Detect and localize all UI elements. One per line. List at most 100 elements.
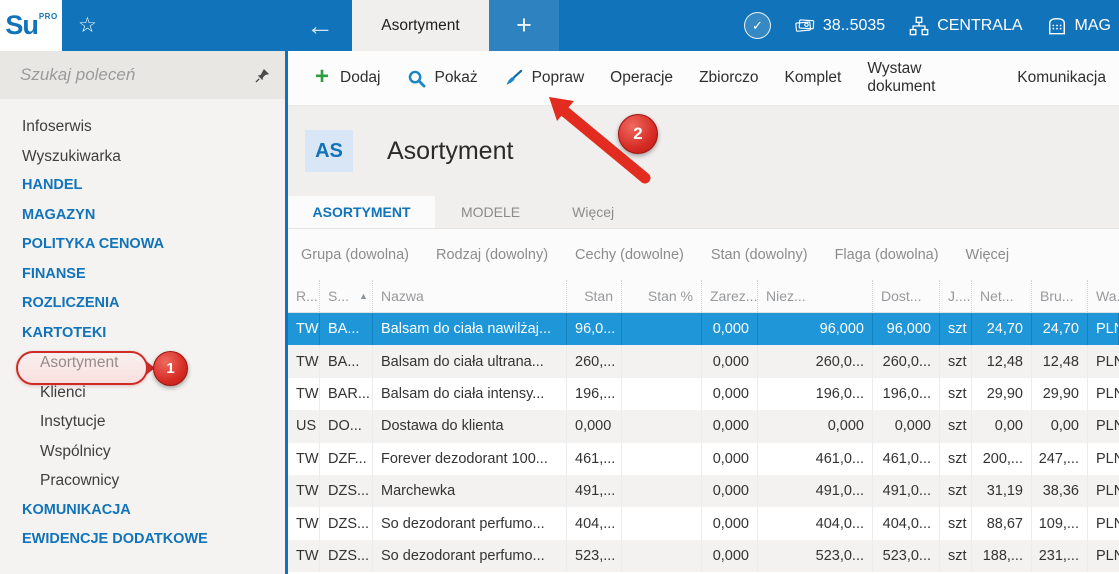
- column-header-dost[interactable]: Dost...: [873, 280, 940, 312]
- table-row[interactable]: TWDZS...Marchewka491,...0,000491,0...491…: [288, 475, 1119, 507]
- filter-stan-dowolny[interactable]: Stan (dowolny): [711, 247, 808, 263]
- sidebar-item-pracownicy[interactable]: Pracownicy: [0, 466, 285, 496]
- table-cell: 188,...: [972, 540, 1032, 572]
- banknotes-icon: [795, 15, 815, 36]
- table-row[interactable]: TWDZS...So dezodorant perfumo...404,...0…: [288, 507, 1119, 539]
- sidebar-item-infoserwis[interactable]: Infoserwis: [0, 112, 285, 142]
- column-header-stan[interactable]: Stan: [567, 280, 622, 312]
- table-cell: DZF...: [320, 443, 373, 475]
- toolbar-button-komunikacja[interactable]: Komunikacja: [1004, 51, 1119, 106]
- document-number-text: 38..5035: [823, 17, 885, 35]
- sidebar-item-rozliczenia[interactable]: ROZLICZENIA: [0, 289, 285, 319]
- table-cell: 38,36: [1032, 475, 1088, 507]
- column-header-label: Net...: [980, 288, 1013, 304]
- sidebar-item-instytucje[interactable]: Instytucje: [0, 407, 285, 437]
- table-cell: DZS...: [320, 475, 373, 507]
- table-row[interactable]: TWBA...Balsam do ciała ultrana...260,...…: [288, 345, 1119, 377]
- toolbar-button-label: Operacje: [610, 69, 673, 87]
- table-cell: PLN: [1088, 475, 1119, 507]
- table-cell: 523,0...: [873, 540, 940, 572]
- table-cell: 0,00: [1032, 410, 1088, 442]
- column-header-label: Stan %: [648, 288, 693, 304]
- sidebar-item-komunikacja[interactable]: KOMUNIKACJA: [0, 496, 285, 526]
- table-body: TWBA...Balsam do ciała nawilżaj...96,0..…: [288, 313, 1119, 574]
- toolbar-button-popraw[interactable]: Popraw: [491, 51, 598, 106]
- warehouse-status[interactable]: MAG: [1047, 15, 1111, 36]
- table-cell: TW: [288, 313, 320, 345]
- sidebar-item-asortyment[interactable]: Asortyment: [0, 348, 285, 378]
- sidebar-item-polityka-cenowa[interactable]: POLITYKA CENOWA: [0, 230, 285, 260]
- tab-modele[interactable]: MODELE: [435, 196, 546, 228]
- document-number-status[interactable]: 38..5035: [795, 15, 885, 36]
- filter-więcej[interactable]: Więcej: [966, 247, 1010, 263]
- filter-grupa-dowolna[interactable]: Grupa (dowolna): [301, 247, 409, 263]
- table-row[interactable]: TWBAR...Balsam do ciała intensy...196,..…: [288, 378, 1119, 410]
- table-cell: 404,...: [567, 507, 622, 539]
- table-cell: [622, 410, 702, 442]
- pin-icon[interactable]: [253, 66, 271, 84]
- table-cell: So dezodorant perfumo...: [373, 540, 567, 572]
- column-header-zarez[interactable]: Zarez...: [702, 280, 758, 312]
- toolbar-button-zbiorczo[interactable]: Zbiorczo: [686, 51, 771, 106]
- column-header-r[interactable]: R...: [288, 280, 320, 312]
- table-cell: szt: [940, 507, 972, 539]
- toolbar-button-wystaw-dokument[interactable]: Wystaw dokument: [854, 51, 1004, 106]
- sidebar-item-wyszukiwarka[interactable]: Wyszukiwarka: [0, 142, 285, 172]
- table-cell: DZS...: [320, 540, 373, 572]
- column-header-nazwa[interactable]: Nazwa: [373, 280, 567, 312]
- table-cell: US: [288, 410, 320, 442]
- table-cell: [622, 475, 702, 507]
- tab-asortyment[interactable]: ASORTYMENT: [288, 196, 435, 228]
- column-header-stan[interactable]: Stan %: [622, 280, 702, 312]
- sidebar-item-klienci[interactable]: Klienci: [0, 378, 285, 408]
- sidebar-item-wspólnicy[interactable]: Wspólnicy: [0, 437, 285, 467]
- sidebar-item-finanse[interactable]: FINANSE: [0, 260, 285, 290]
- sidebar-item-handel[interactable]: HANDEL: [0, 171, 285, 201]
- toolbar-button-dodaj[interactable]: +Dodaj: [299, 51, 394, 106]
- page-title: Asortyment: [387, 137, 513, 166]
- table-cell: 491,...: [567, 475, 622, 507]
- filter-bar: Grupa (dowolna) Rodzaj (dowolny) Cechy (do…: [288, 229, 1119, 280]
- toolbar-button-operacje[interactable]: Operacje: [597, 51, 686, 106]
- star-icon[interactable]: ☆: [78, 0, 97, 51]
- sidebar-item-kartoteki[interactable]: KARTOTEKI: [0, 319, 285, 349]
- toolbar-button-pokaż[interactable]: Pokaż: [394, 51, 491, 106]
- table-cell: PLN: [1088, 540, 1119, 572]
- column-header-net[interactable]: Net...: [972, 280, 1032, 312]
- toolbar-button-komplet[interactable]: Komplet: [772, 51, 855, 106]
- sidebar-item-ewidencje-dodatkowe[interactable]: EWIDENCJE DODATKOWE: [0, 525, 285, 555]
- table-cell: 404,0...: [873, 507, 940, 539]
- table-row[interactable]: USDO...Dostawa do klienta0,0000,0000,000…: [288, 410, 1119, 442]
- table-cell: TW: [288, 540, 320, 572]
- table-cell: 0,000: [702, 507, 758, 539]
- table-cell: TW: [288, 507, 320, 539]
- sidebar-item-magazyn[interactable]: MAGAZYN: [0, 201, 285, 231]
- column-header-s[interactable]: S...▲: [320, 280, 373, 312]
- filter-cechy-dowolne[interactable]: Cechy (dowolne): [575, 247, 684, 263]
- new-tab-button[interactable]: +: [489, 0, 559, 51]
- column-header-niez[interactable]: Niez...: [758, 280, 873, 312]
- filter-flaga-dowolna[interactable]: Flaga (dowolna): [835, 247, 939, 263]
- back-arrow-icon[interactable]: ←: [296, 0, 344, 51]
- sync-status-icon[interactable]: ✓: [744, 12, 771, 39]
- table-row[interactable]: TWDZF...Forever dezodorant 100...461,...…: [288, 443, 1119, 475]
- app-logo-pro-badge: PRO: [39, 12, 58, 21]
- table-cell: 0,00: [972, 410, 1032, 442]
- tab-więcej[interactable]: Więcej: [546, 196, 640, 228]
- toolbar-button-label: Komunikacja: [1017, 69, 1106, 87]
- table-row[interactable]: TWBA...Balsam do ciała nawilżaj...96,0..…: [288, 313, 1119, 345]
- column-header-wa[interactable]: Wa...: [1088, 280, 1119, 312]
- document-tab[interactable]: Asortyment: [352, 0, 489, 51]
- filter-rodzaj-dowolny[interactable]: Rodzaj (dowolny): [436, 247, 548, 263]
- column-header-j[interactable]: J....: [940, 280, 972, 312]
- table-row[interactable]: TWDZS...So dezodorant perfumo...523,...0…: [288, 540, 1119, 572]
- command-search-input[interactable]: [18, 64, 253, 86]
- app-logo-text: Su: [5, 10, 38, 41]
- table-cell: BAR...: [320, 378, 373, 410]
- column-header-label: R...: [296, 288, 318, 304]
- table-cell: TW: [288, 345, 320, 377]
- table-cell: 523,...: [567, 540, 622, 572]
- column-header-bru[interactable]: Bru...: [1032, 280, 1088, 312]
- branch-status[interactable]: CENTRALA: [909, 15, 1022, 37]
- view-tabs: ASORTYMENTMODELEWięcej: [288, 196, 1119, 229]
